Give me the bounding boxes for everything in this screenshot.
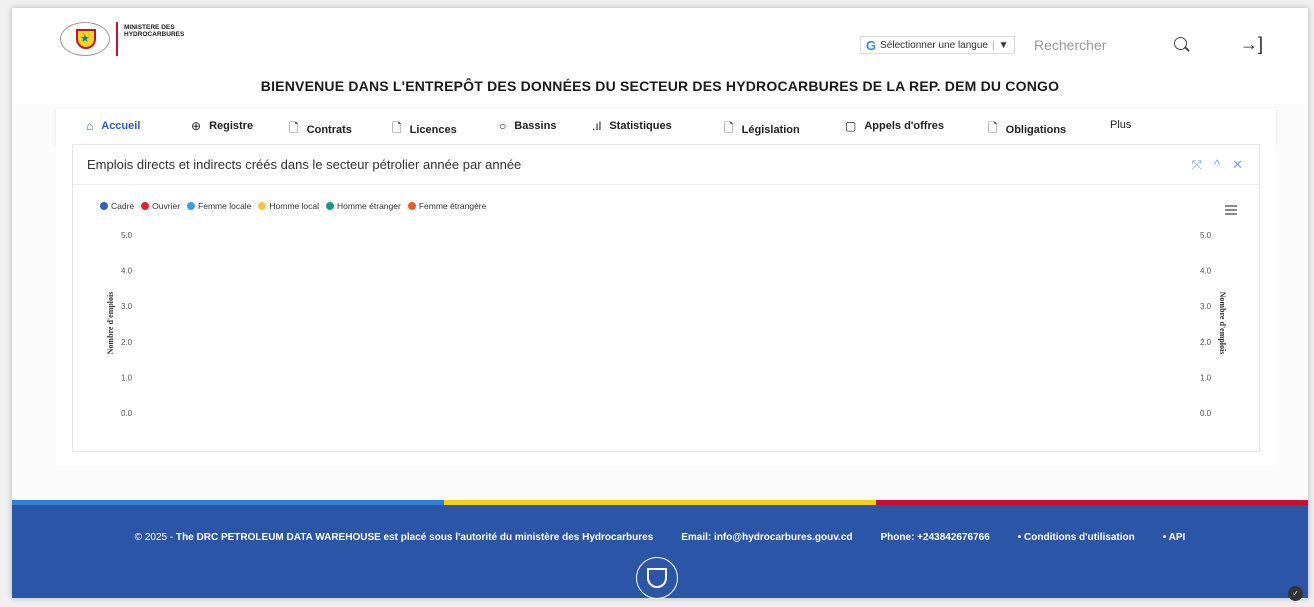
republic-seal-icon <box>636 557 678 599</box>
nav-label: Obligations <box>1005 123 1067 136</box>
nav-item-obligations[interactable]: 🗋 Obligations <box>988 119 1066 140</box>
assistant-badge-icon[interactable]: ✓ <box>1288 586 1303 601</box>
logo-divider <box>116 22 118 56</box>
nav-item-appels-d-offres[interactable]: ▢ Appels d'offres <box>845 119 944 133</box>
footer-copyright: © 2025 - The DRC PETROLEUM DATA WAREHOUS… <box>135 532 654 543</box>
footer-phone: Phone: +243842676766 <box>880 532 990 543</box>
panel-controls: ⤧ ^ ✕ <box>1192 157 1243 173</box>
chart-area: 5.0 5.0 4.0 4.0 3.0 3.0 2.0 2.0 1.0 1.0 0.0 0.0 Nomb… <box>106 231 1227 418</box>
nav-item-registre[interactable]: ⊕ Registre <box>191 119 253 133</box>
document-icon: 🗋 <box>988 121 998 135</box>
nav-label: Appels d'offres <box>864 120 944 132</box>
document-icon: 🗋 <box>289 121 299 135</box>
coat-of-arms-icon: ★ <box>60 22 110 56</box>
y-tick-left: 2.0 <box>121 338 133 347</box>
nav-label: Registre <box>209 120 254 132</box>
nav-item-licences[interactable]: 🗋 Licences <box>392 119 457 140</box>
footer-email[interactable]: Email: info@hydrocarbures.gouv.cd <box>681 532 852 543</box>
nav-item-contrats[interactable]: 🗋 Contrats <box>289 119 352 140</box>
chevron-down-icon: ▼ <box>998 39 1009 51</box>
language-selector[interactable]: G Sélectionner une langue | ▼ <box>860 36 1015 54</box>
y-tick-right: 2.0 <box>1200 338 1212 347</box>
nav-label: Licences <box>409 123 457 136</box>
panel-header: Emplois directs et indirects créés dans … <box>73 145 1259 185</box>
panel-title: Emplois directs et indirects créés dans … <box>87 157 522 172</box>
document-icon: 🗋 <box>392 121 402 135</box>
nav-label: Bassins <box>514 120 557 132</box>
document-icon: 🗋 <box>724 121 734 135</box>
collapse-icon[interactable]: ^ <box>1214 157 1220 173</box>
site-header: ★ MINISTERE DES HYDROCARBURES G Sélectio… <box>12 8 1308 104</box>
home-icon: ⌂ <box>86 119 94 133</box>
search-bar[interactable]: Rechercher <box>1022 30 1202 60</box>
y-tick-left: 0.0 <box>121 409 133 418</box>
search-input[interactable]: Rechercher <box>1034 37 1174 53</box>
browser-page: ★ MINISTERE DES HYDROCARBURES G Sélectio… <box>12 8 1308 599</box>
bar-chart-icon: .ıl <box>592 119 602 133</box>
y-tick-left: 3.0 <box>121 302 133 311</box>
globe-icon: ⊕ <box>191 119 202 133</box>
nav-label: Statistiques <box>609 120 672 132</box>
y-tick-left: 5.0 <box>121 231 133 240</box>
expand-icon[interactable]: ⤧ <box>1192 157 1202 173</box>
nav-item-plus[interactable]: Plus <box>1110 119 1131 131</box>
y-axis-label-left: Nombre d'emplois <box>106 292 115 355</box>
terms-link[interactable]: • Conditions d'utilisation <box>1018 532 1135 543</box>
language-separator: | <box>992 39 995 51</box>
nav-item-bassins[interactable]: ○ Bassins <box>499 119 556 133</box>
footer-info: © 2025 - The DRC PETROLEUM DATA WAREHOUS… <box>12 532 1308 543</box>
nav-label: Plus <box>1110 119 1132 131</box>
google-translate-icon: G <box>866 37 877 53</box>
nav-label: Législation <box>741 123 800 136</box>
y-tick-left: 4.0 <box>121 267 133 276</box>
copyright-text: © 2025 - <box>134 532 174 543</box>
language-label: Sélectionner une langue <box>880 39 988 51</box>
close-icon[interactable]: ✕ <box>1232 157 1243 173</box>
api-link[interactable]: • API <box>1163 532 1186 543</box>
welcome-title: BIENVENUE DANS L'ENTREPÔT DES DONNÉES DU… <box>260 78 1060 94</box>
y-tick-right: 1.0 <box>1200 373 1212 382</box>
y-tick-right: 4.0 <box>1200 267 1212 276</box>
y-axis-label-right: Nombre d'emplois <box>1218 292 1227 355</box>
ministry-name-line2: HYDROCARBURES <box>124 31 185 38</box>
chart-panel: Emplois directs et indirects créés dans … <box>72 144 1260 452</box>
main-nav: ⌂ Accueil ⊕ Registre 🗋 Contrats 🗋 Licences ○ Bass… <box>56 108 1276 144</box>
y-tick-right: 5.0 <box>1200 231 1212 240</box>
ministry-logo[interactable]: ★ MINISTERE DES HYDROCARBURES <box>60 22 184 56</box>
login-icon[interactable]: →] <box>1240 34 1263 55</box>
nav-item-l-gislation[interactable]: 🗋 Législation <box>724 119 800 140</box>
site-footer: © 2025 - The DRC PETROLEUM DATA WAREHOUS… <box>12 505 1308 599</box>
content-card: Emplois directs et indirects créés dans … <box>56 144 1276 466</box>
nav-label: Contrats <box>306 123 352 136</box>
nav-item-accueil[interactable]: ⌂ Accueil <box>86 119 140 133</box>
nav-label: Accueil <box>101 120 141 132</box>
search-icon[interactable] <box>1174 37 1190 53</box>
y-tick-right: 3.0 <box>1200 302 1212 311</box>
ministry-name-line1: MINISTERE DES <box>124 24 175 31</box>
authority-text: The DRC PETROLEUM DATA WAREHOUSE est pla… <box>175 532 654 543</box>
y-tick-right: 0.0 <box>1200 409 1212 418</box>
circle-icon: ○ <box>499 119 507 133</box>
ministry-name: MINISTERE DES HYDROCARBURES <box>124 22 184 38</box>
clipboard-icon: ▢ <box>845 119 857 133</box>
nav-item-statistiques[interactable]: .ıl Statistiques <box>592 119 672 133</box>
y-tick-left: 1.0 <box>121 373 133 382</box>
